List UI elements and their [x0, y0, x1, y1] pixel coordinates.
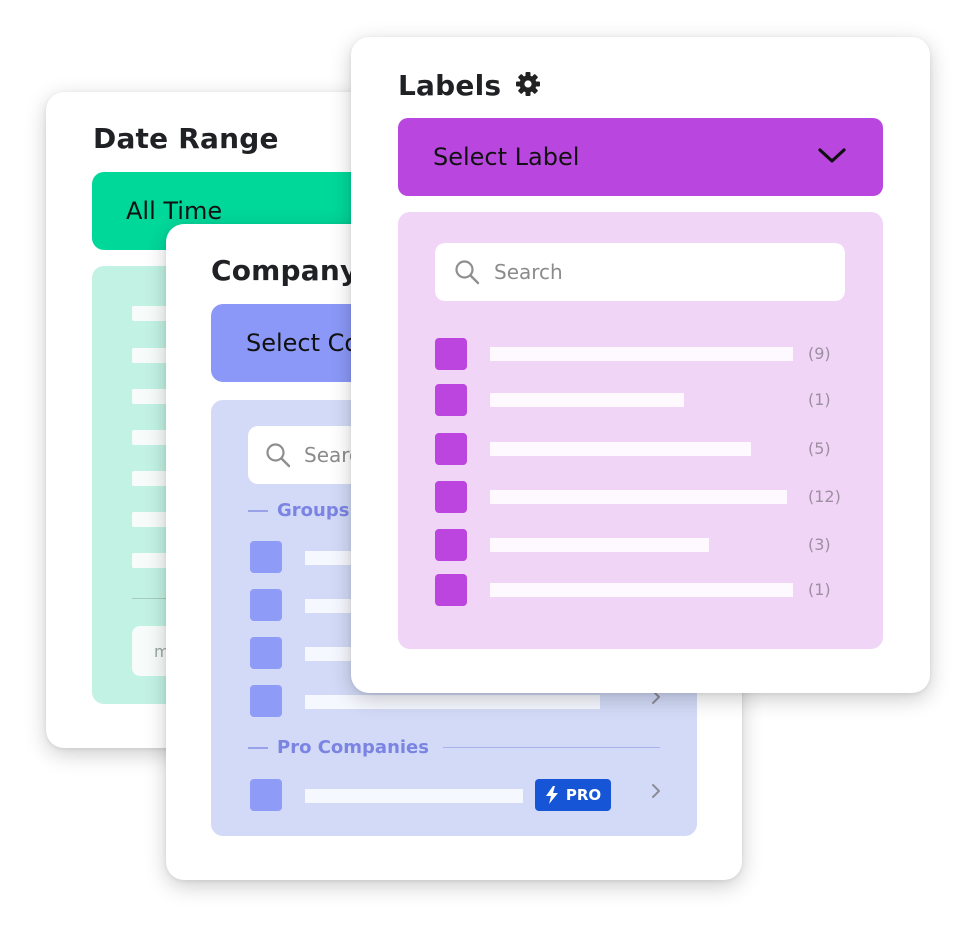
group-name-placeholder	[305, 695, 600, 709]
label-name-placeholder	[490, 393, 684, 407]
select-label-text: Select Label	[433, 143, 580, 171]
company-name-placeholder	[305, 789, 523, 803]
label-option[interactable]: (1)	[435, 384, 855, 416]
company-avatar	[250, 779, 282, 811]
label-count: (1)	[808, 580, 831, 599]
label-count: (1)	[808, 390, 831, 409]
labels-header: Labels	[398, 69, 541, 102]
chevron-down-icon	[817, 143, 847, 171]
label-color-swatch	[435, 338, 467, 370]
select-label-dropdown[interactable]: Select Label	[398, 118, 883, 196]
labels-options-panel: Search (9) (1) (5) (12) (3) (1)	[398, 212, 883, 649]
lightning-icon	[545, 786, 558, 804]
group-avatar	[250, 637, 282, 669]
labels-card: Labels Select Label Search (9) (1) (5) (…	[351, 37, 930, 693]
label-option[interactable]: (12)	[435, 481, 855, 513]
pro-company-row[interactable]: PRO	[250, 779, 670, 811]
section-dash	[248, 746, 268, 749]
label-color-swatch	[435, 574, 467, 606]
labels-title: Labels	[398, 69, 502, 102]
pro-badge-text: PRO	[565, 786, 602, 804]
label-color-swatch	[435, 384, 467, 416]
label-count: (9)	[808, 344, 831, 363]
date-range-selected-value: All Time	[126, 197, 223, 225]
label-name-placeholder	[490, 347, 793, 361]
group-avatar	[250, 685, 282, 717]
label-option[interactable]: (5)	[435, 433, 855, 465]
section-dash	[248, 509, 268, 512]
company-dropdown-label: Select Co	[246, 329, 360, 357]
label-name-placeholder	[490, 538, 709, 552]
label-color-swatch	[435, 481, 467, 513]
search-icon	[264, 441, 292, 474]
gear-icon[interactable]	[515, 71, 541, 101]
label-color-swatch	[435, 433, 467, 465]
label-name-placeholder	[490, 442, 751, 456]
company-title: Company	[211, 254, 359, 287]
pro-companies-label: Pro Companies	[277, 737, 429, 758]
label-color-swatch	[435, 529, 467, 561]
groups-label: Groups	[277, 500, 350, 521]
group-avatar	[250, 541, 282, 573]
search-icon	[453, 258, 481, 291]
group-avatar	[250, 589, 282, 621]
label-option[interactable]: (9)	[435, 338, 855, 370]
label-count: (12)	[808, 487, 841, 506]
labels-search-input[interactable]: Search	[435, 243, 845, 301]
label-option[interactable]: (1)	[435, 574, 855, 606]
pro-badge: PRO	[535, 779, 611, 811]
section-rule	[442, 747, 660, 748]
labels-search-placeholder: Search	[494, 260, 563, 284]
label-name-placeholder	[490, 490, 787, 504]
date-range-title: Date Range	[93, 122, 279, 155]
chevron-right-icon[interactable]	[650, 781, 662, 807]
label-count: (3)	[808, 535, 831, 554]
label-name-placeholder	[490, 583, 793, 597]
pro-companies-section-header: Pro Companies	[248, 737, 660, 758]
label-option[interactable]: (3)	[435, 529, 855, 561]
label-count: (5)	[808, 439, 831, 458]
